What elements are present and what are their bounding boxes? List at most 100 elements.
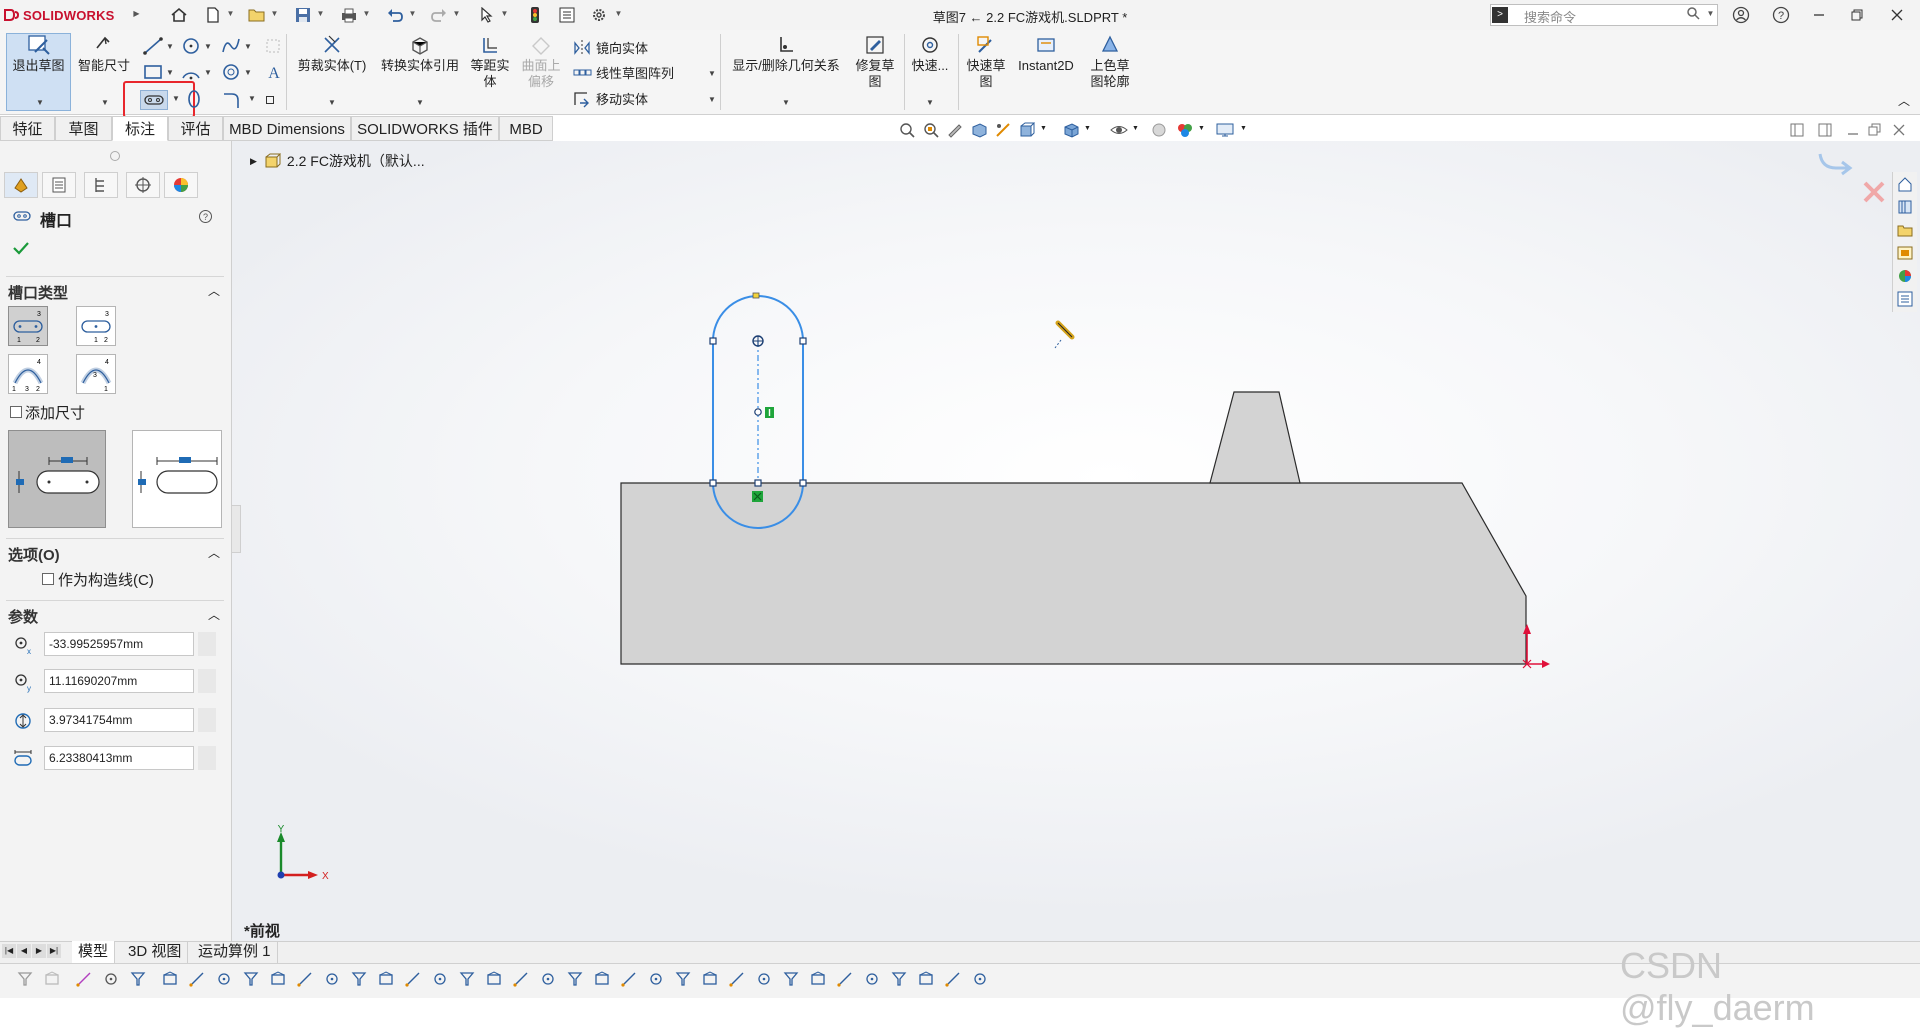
display-style-icon[interactable] (1062, 121, 1080, 139)
selection-filter-icon[interactable] (512, 970, 530, 988)
smart-dimension-dropdown[interactable]: ▼ (101, 98, 109, 107)
open-folder-icon[interactable] (246, 5, 268, 25)
selection-filter-icon[interactable] (863, 970, 881, 988)
panel-splitter-handle[interactable] (110, 151, 120, 161)
solidworks-logo[interactable]: SOLIDWORKS (4, 6, 124, 24)
convert-entities-button[interactable]: 转换实体引用 (374, 34, 466, 74)
tab-motion-study[interactable]: 运动算例 1 (192, 941, 278, 963)
undo-icon[interactable] (384, 5, 406, 25)
panel-collapse-handle[interactable] (231, 505, 241, 553)
new-dropdown[interactable]: ▼ (226, 9, 235, 18)
options-gear-icon[interactable] (588, 5, 610, 25)
brand-menu-arrow[interactable]: ▶ (132, 9, 141, 18)
home-icon[interactable] (168, 5, 190, 25)
fillet-tool-icon[interactable] (220, 88, 242, 110)
zoom-to-area-icon[interactable] (922, 121, 940, 139)
linear-pattern-dropdown[interactable]: ▼ (708, 69, 716, 78)
selection-filter-icon[interactable] (102, 970, 120, 988)
selection-filter-icon[interactable] (971, 970, 989, 988)
orientation-dropdown[interactable]: ▼ (1040, 125, 1047, 132)
rectangle-tool-icon[interactable] (142, 62, 164, 82)
slot-dropdown[interactable]: ▼ (172, 94, 180, 103)
rebuild-traffic-light-icon[interactable] (524, 5, 546, 25)
scroll-next-icon[interactable]: ▶ (32, 944, 46, 958)
hide-show-items-icon[interactable] (1110, 121, 1128, 139)
relations-dropdown[interactable]: ▼ (782, 98, 790, 107)
rapid-snaps-dropdown[interactable]: ▼ (926, 98, 934, 107)
convert-dropdown[interactable]: ▼ (416, 98, 424, 107)
centerpoint-straight-slot-option[interactable]: 3 12 (76, 306, 116, 346)
text-tool-icon[interactable]: A (264, 62, 284, 82)
spline-tool-icon[interactable] (220, 36, 242, 56)
selection-filter-icon[interactable] (215, 970, 233, 988)
file-explorer-icon[interactable] (1894, 220, 1916, 240)
collapse-section-chevron-icon[interactable]: ︿ (208, 282, 220, 299)
slot-center-point[interactable] (754, 408, 762, 416)
exit-sketch-group[interactable]: 退出草图 (6, 34, 71, 74)
selection-filter-icon[interactable] (485, 970, 503, 988)
offset-on-surface-button[interactable]: 曲面上 偏移 (518, 34, 564, 90)
slot-endpoint[interactable] (799, 337, 807, 345)
selection-filter-icon[interactable] (917, 970, 935, 988)
slot-width-field[interactable]: 3.97341754mm (44, 708, 194, 732)
tab-scroll-controls[interactable]: |◀ ◀ ▶ ▶| (2, 944, 61, 958)
tab-3d-views[interactable]: 3D 视图 (122, 941, 189, 963)
slot-top-point[interactable] (752, 292, 760, 299)
scroll-prev-icon[interactable]: ◀ (17, 944, 31, 958)
move-entities-dropdown[interactable]: ▼ (708, 95, 716, 104)
tab-feature-manager[interactable] (4, 172, 38, 198)
mirror-entities-button[interactable]: 镜向实体 (572, 38, 648, 57)
sketch-canvas[interactable]: Y X (232, 141, 1892, 941)
viewport-restore-icon[interactable] (1868, 123, 1882, 137)
spline-dropdown[interactable]: ▼ (244, 42, 252, 51)
display-relations-button[interactable]: 显示/删除几何关系 (724, 34, 848, 74)
overall-length-option[interactable] (132, 430, 222, 528)
selection-filter-icon[interactable] (296, 970, 314, 988)
arc-dropdown[interactable]: ▼ (204, 68, 212, 77)
tab-solidworks-addins[interactable]: SOLIDWORKS 插件 (351, 116, 499, 141)
construction-checkbox[interactable] (42, 573, 54, 585)
selection-filter-icon[interactable] (836, 970, 854, 988)
restore-icon[interactable] (1842, 5, 1872, 25)
selection-filter-icon[interactable] (75, 970, 93, 988)
display-style-dropdown[interactable]: ▼ (1084, 125, 1091, 132)
shaded-sketch-contours-button[interactable]: 上色草 图轮廓 (1082, 34, 1138, 90)
polygon-dropdown[interactable]: ▼ (244, 68, 252, 77)
tab-property-manager[interactable] (42, 172, 76, 198)
tab-dimxpert-manager[interactable] (126, 172, 160, 198)
centerpoint-arc-slot-option[interactable]: 4 31 (76, 354, 116, 394)
tab-sketch[interactable]: 草图 (55, 116, 112, 141)
circle-dropdown[interactable]: ▼ (204, 42, 212, 51)
slot-width-spinner[interactable] (198, 708, 216, 732)
point-tool-icon[interactable] (266, 96, 274, 104)
rapid-sketch-button[interactable]: 快速草 图 (960, 34, 1012, 90)
line-dropdown[interactable]: ▼ (166, 42, 174, 51)
slot-length-field[interactable]: 6.23380413mm (44, 746, 194, 770)
design-library-icon[interactable] (1894, 197, 1916, 217)
selection-filter-icon[interactable] (593, 970, 611, 988)
center-y-field[interactable]: 11.11690207mm (44, 669, 194, 693)
tab-model[interactable]: 模型 (72, 941, 116, 963)
selection-filter-icon[interactable] (620, 970, 638, 988)
search-input[interactable]: 搜索命令 (1524, 7, 1576, 26)
straight-slot-option[interactable]: 3 1 2 (8, 306, 48, 346)
add-dimensions-checkbox[interactable] (10, 406, 22, 418)
selection-filter-icon[interactable] (674, 970, 692, 988)
file-properties-icon[interactable] (556, 5, 578, 25)
view-settings-dropdown[interactable]: ▼ (1240, 125, 1247, 132)
view-settings-icon[interactable] (1216, 121, 1234, 139)
save-icon[interactable] (292, 5, 314, 25)
fillet-dropdown[interactable]: ▼ (248, 94, 256, 103)
viewport-minimize-icon[interactable] (1846, 123, 1860, 137)
select-dropdown[interactable]: ▼ (500, 9, 509, 18)
selection-filter-icon[interactable] (129, 970, 147, 988)
slot-endpoint[interactable] (709, 479, 717, 487)
scene-dropdown[interactable]: ▼ (1198, 125, 1205, 132)
selection-filter-icon[interactable] (539, 970, 557, 988)
smart-dimension-button[interactable]: 智能尺寸 (76, 34, 132, 74)
close-window-icon[interactable] (1882, 5, 1912, 25)
ellipse-tool-icon[interactable] (184, 88, 204, 110)
open-dropdown[interactable]: ▼ (270, 9, 279, 18)
search-icon[interactable] (1686, 6, 1700, 20)
edit-appearance-icon[interactable] (1150, 121, 1168, 139)
